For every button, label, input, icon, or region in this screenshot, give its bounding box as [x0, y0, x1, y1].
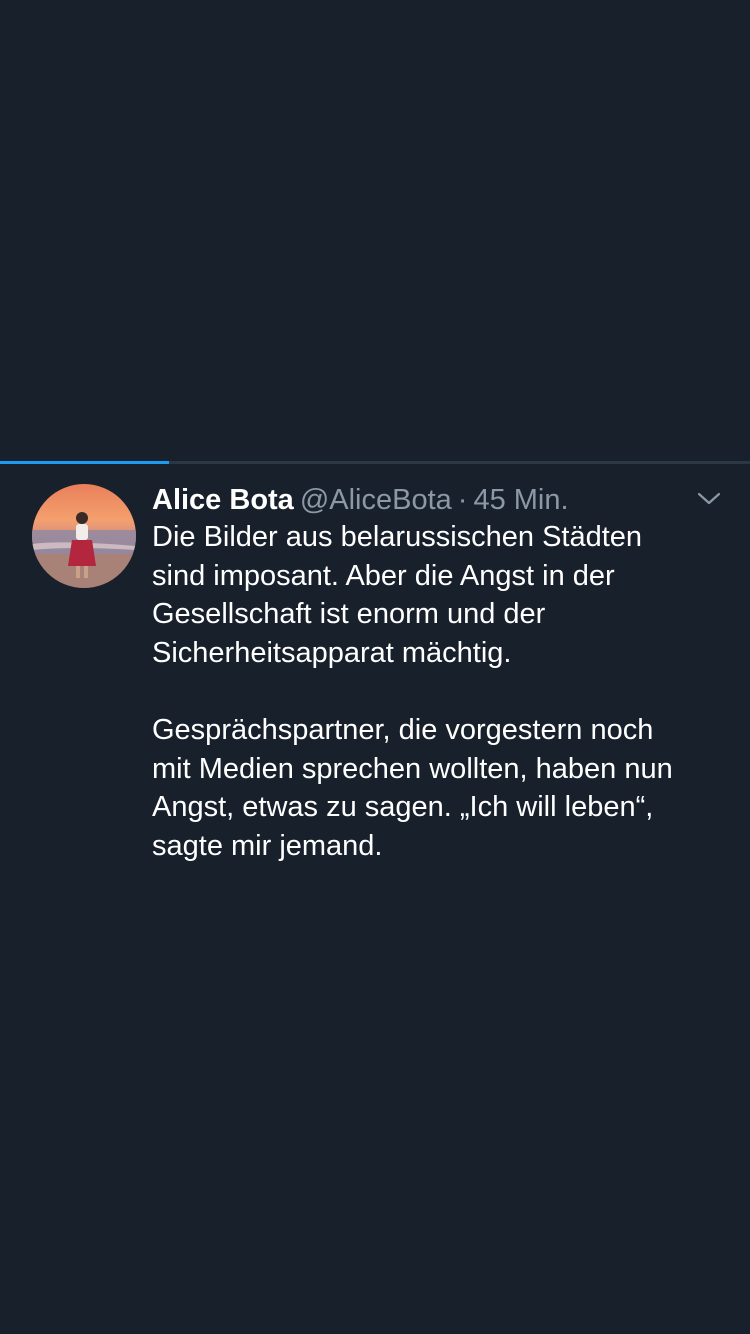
- chevron-down-icon: [697, 492, 721, 505]
- display-name[interactable]: Alice Bota: [152, 484, 294, 516]
- tweet-header: Alice Bota @AliceBota · 45 Min.: [152, 480, 692, 520]
- separator-dot: ·: [457, 484, 468, 516]
- tweet-paragraph-2: Gesprächspartner, die vorgestern noch mi…: [152, 713, 673, 862]
- timestamp[interactable]: 45 Min.: [473, 484, 568, 516]
- video-progress-bar[interactable]: [0, 461, 750, 464]
- screen: Alice Bota @AliceBota · 45 Min. Die Bilder …: [0, 0, 750, 1334]
- tweet-text: Die Bilder aus belarussischen Städten si…: [152, 518, 722, 865]
- avatar-photo: [32, 484, 136, 588]
- tweet-paragraph-1: Die Bilder aus belarussischen Städten si…: [152, 521, 643, 669]
- avatar[interactable]: [32, 484, 136, 588]
- tweet-menu-button[interactable]: [692, 484, 726, 514]
- video-progress-fill: [0, 461, 169, 464]
- user-handle[interactable]: @AliceBota: [300, 484, 452, 516]
